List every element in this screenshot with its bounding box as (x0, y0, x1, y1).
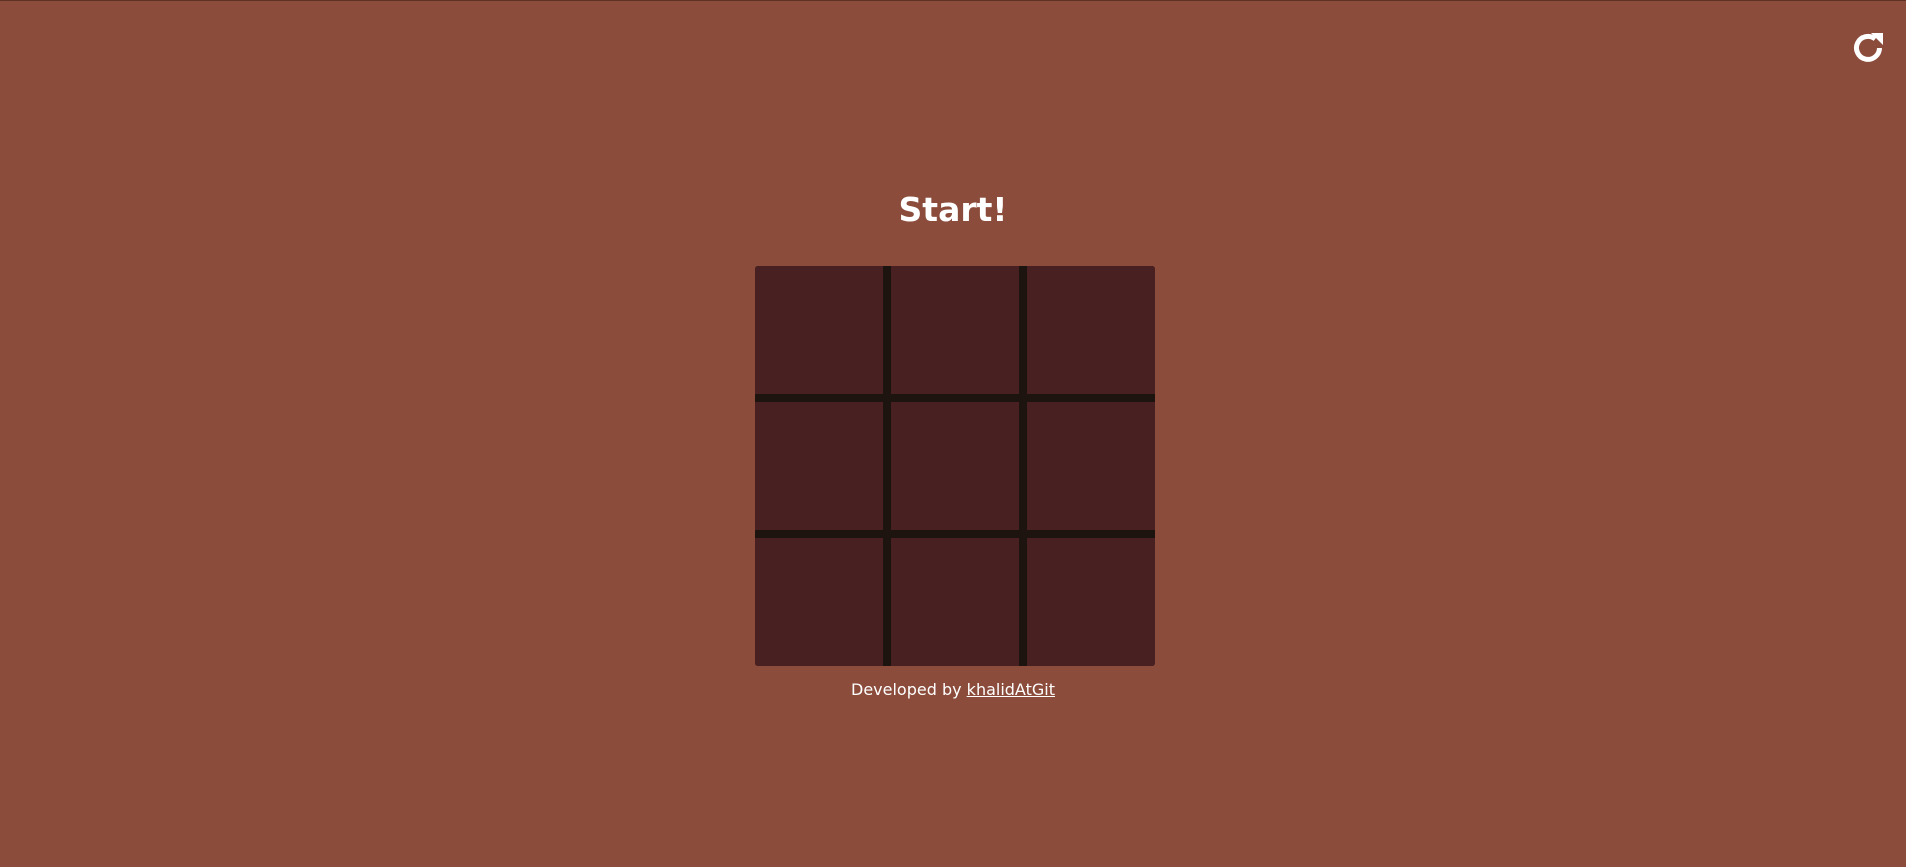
author-link[interactable]: khalidAtGit (967, 680, 1055, 699)
board-cell-4[interactable] (755, 402, 883, 530)
board-cell-1[interactable] (755, 266, 883, 394)
footer-prefix: Developed by (851, 680, 962, 699)
board-cell-8[interactable] (891, 538, 1019, 666)
board-cell-2[interactable] (891, 266, 1019, 394)
game-status: Start! (898, 190, 1008, 229)
footer: Developed by khalidAtGit (0, 678, 1906, 702)
restart-button[interactable] (1850, 30, 1886, 66)
board-cell-9[interactable] (1027, 538, 1155, 666)
board-cell-6[interactable] (1027, 402, 1155, 530)
game-board (755, 266, 1155, 666)
board-cell-3[interactable] (1027, 266, 1155, 394)
board-cell-7[interactable] (755, 538, 883, 666)
board-cell-5[interactable] (891, 402, 1019, 530)
restart-icon (1854, 33, 1883, 62)
top-border (0, 0, 1906, 1)
